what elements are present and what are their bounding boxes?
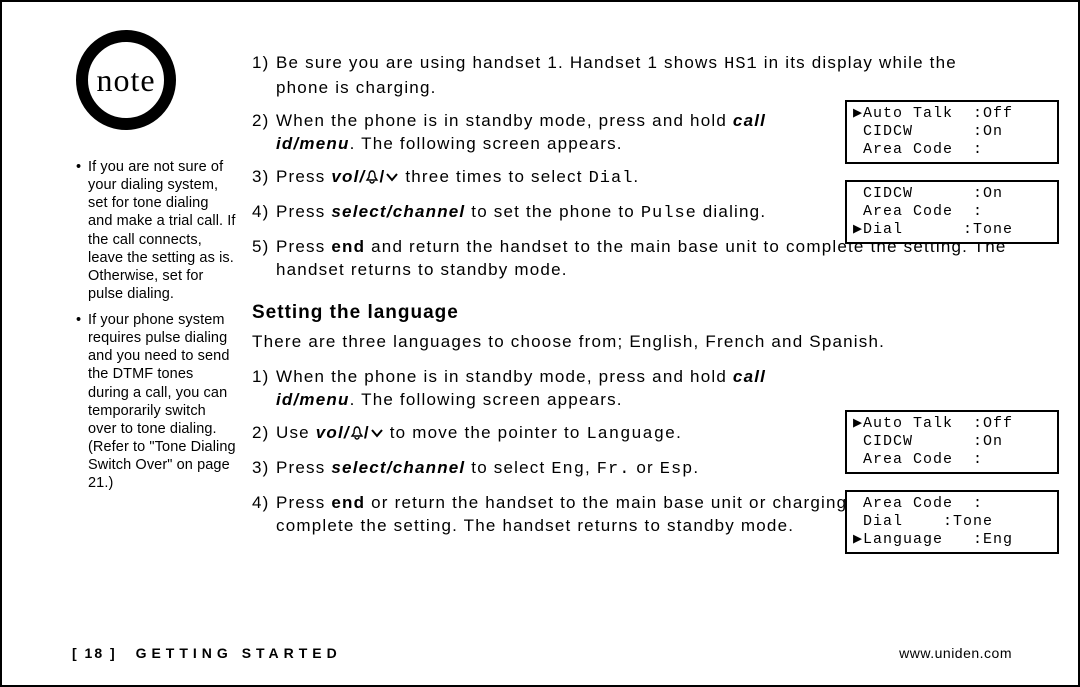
step-number: 5)	[252, 236, 276, 282]
bell-up-icon	[350, 423, 364, 442]
lcd-term: Fr.	[597, 460, 631, 479]
section-intro: There are three languages to choose from…	[252, 331, 1022, 354]
lcd-term: Pulse	[641, 204, 697, 223]
step-number: 2)	[252, 110, 276, 156]
chevron-down-icon	[370, 423, 384, 442]
sidebar-item: • If your phone system requires pulse di…	[76, 311, 236, 492]
step-number: 4)	[252, 492, 276, 538]
step-number: 2)	[252, 422, 276, 447]
page-number: [ 18 ]	[72, 645, 117, 661]
footer-section: GETTING STARTED	[136, 645, 342, 661]
step-number: 3)	[252, 166, 276, 191]
step: 1) Be sure you are using handset 1. Hand…	[252, 52, 1022, 100]
lcd-screen: Area Code : Dial :Tone ▶Language :Eng	[845, 490, 1059, 554]
footer-url: www.uniden.com	[899, 645, 1012, 661]
step-number: 1)	[252, 52, 276, 100]
sidebar-text: If your phone system requires pulse dial…	[88, 311, 236, 492]
lcd-term: HS1	[724, 55, 758, 74]
lcd-term: Eng	[551, 460, 585, 479]
key-label: vol/	[331, 167, 365, 186]
note-label: note	[96, 62, 155, 99]
bullet-icon: •	[76, 311, 88, 492]
step-text: Press vol// three times to select Dial.	[276, 166, 806, 191]
key-label: end	[331, 493, 365, 512]
page-footer: [ 18 ] GETTING STARTED www.uniden.com	[72, 645, 1012, 661]
lcd-screen: ▶Auto Talk :Off CIDCW :On Area Code :	[845, 100, 1059, 164]
step-text: Be sure you are using handset 1. Handset…	[276, 52, 1022, 100]
step-number: 4)	[252, 201, 276, 226]
bullet-icon: •	[76, 158, 88, 303]
step-text: Press select/channel to select Eng, Fr. …	[276, 457, 806, 482]
step-number: 3)	[252, 457, 276, 482]
lcd-term: Language	[586, 425, 676, 444]
sidebar-text: If you are not sure of your dialing syst…	[88, 158, 236, 303]
lcd-screen: ▶Auto Talk :Off CIDCW :On Area Code :	[845, 410, 1059, 474]
chevron-down-icon	[385, 167, 399, 186]
lcd-screen: CIDCW :On Area Code : ▶Dial :Tone	[845, 180, 1059, 244]
step-text: When the phone is in standby mode, press…	[276, 110, 806, 156]
step-text: When the phone is in standby mode, press…	[276, 366, 806, 412]
footer-left: [ 18 ] GETTING STARTED	[72, 645, 342, 661]
section-heading: Setting the language	[252, 300, 1022, 326]
key-label: vol/	[316, 423, 350, 442]
lcd-term: Dial	[589, 169, 634, 188]
key-label: select/channel	[331, 202, 465, 221]
step: 1) When the phone is in standby mode, pr…	[252, 366, 1022, 412]
sidebar-notes: • If you are not sure of your dialing sy…	[76, 158, 236, 500]
note-badge: note	[76, 30, 176, 130]
step-text: Use vol// to move the pointer to Languag…	[276, 422, 806, 447]
sidebar-item: • If you are not sure of your dialing sy…	[76, 158, 236, 303]
bell-up-icon	[365, 167, 379, 186]
key-label: end	[331, 237, 365, 256]
key-label: select/channel	[331, 458, 465, 477]
step-number: 1)	[252, 366, 276, 412]
lcd-term: Esp	[660, 460, 694, 479]
